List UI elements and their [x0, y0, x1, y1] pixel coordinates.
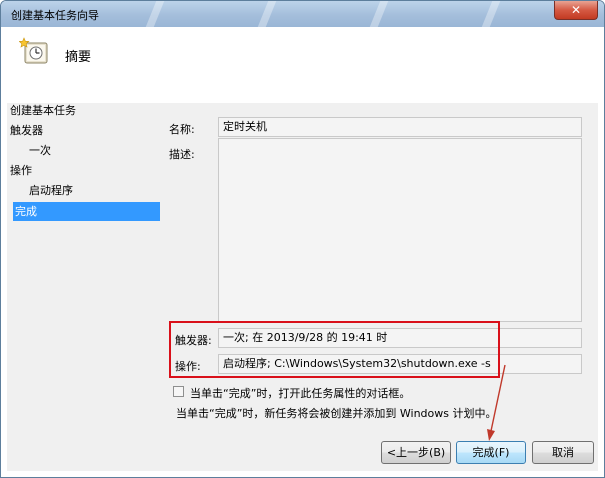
window-title: 创建基本任务向导 [11, 9, 99, 22]
nav-step-action[interactable]: 操作 [10, 161, 32, 180]
description-label: 描述: [169, 148, 195, 161]
titlebar-stripe [145, 1, 165, 27]
titlebar-stripe [257, 1, 277, 27]
close-icon: ✕ [570, 3, 582, 17]
page-title: 摘要 [65, 50, 92, 65]
annotation-highlight-box [169, 321, 500, 378]
nav-step-once[interactable]: 一次 [29, 141, 51, 160]
titlebar-stripe [481, 1, 501, 27]
name-label: 名称: [169, 123, 195, 136]
close-button[interactable]: ✕ [554, 1, 598, 20]
title-bar[interactable]: 创建基本任务向导 ✕ [1, 1, 604, 27]
nav-step-finish[interactable]: 完成 [13, 202, 160, 221]
nav-step-create-task[interactable]: 创建基本任务 [10, 101, 76, 120]
task-clock-icon [19, 37, 48, 64]
nav-step-start-program[interactable]: 启动程序 [29, 181, 73, 200]
titlebar-stripe [369, 1, 389, 27]
open-properties-checkbox[interactable] [173, 386, 184, 397]
wizard-header: 摘要 [7, 27, 598, 104]
nav-step-trigger[interactable]: 触发器 [10, 121, 43, 140]
cancel-button[interactable]: 取消 [532, 441, 594, 464]
open-properties-label[interactable]: 当单击“完成”时，打开此任务属性的对话框。 [190, 385, 410, 401]
name-field[interactable]: 定时关机 [218, 117, 582, 137]
annotation-arrow-icon [487, 364, 506, 441]
finish-info-text: 当单击“完成”时，新任务将会被创建并添加到 Windows 计划中。 [176, 407, 497, 420]
wizard-window: 创建基本任务向导 ✕ 摘要 创建基本任务 触发器 一次 操作 启动程序 完成 名… [0, 0, 605, 478]
wizard-step-nav: 创建基本任务 触发器 一次 操作 启动程序 完成 [7, 103, 161, 471]
back-button[interactable]: <上一步(B) [381, 441, 451, 464]
description-field[interactable] [218, 138, 582, 322]
finish-button[interactable]: 完成(F) [456, 441, 526, 464]
